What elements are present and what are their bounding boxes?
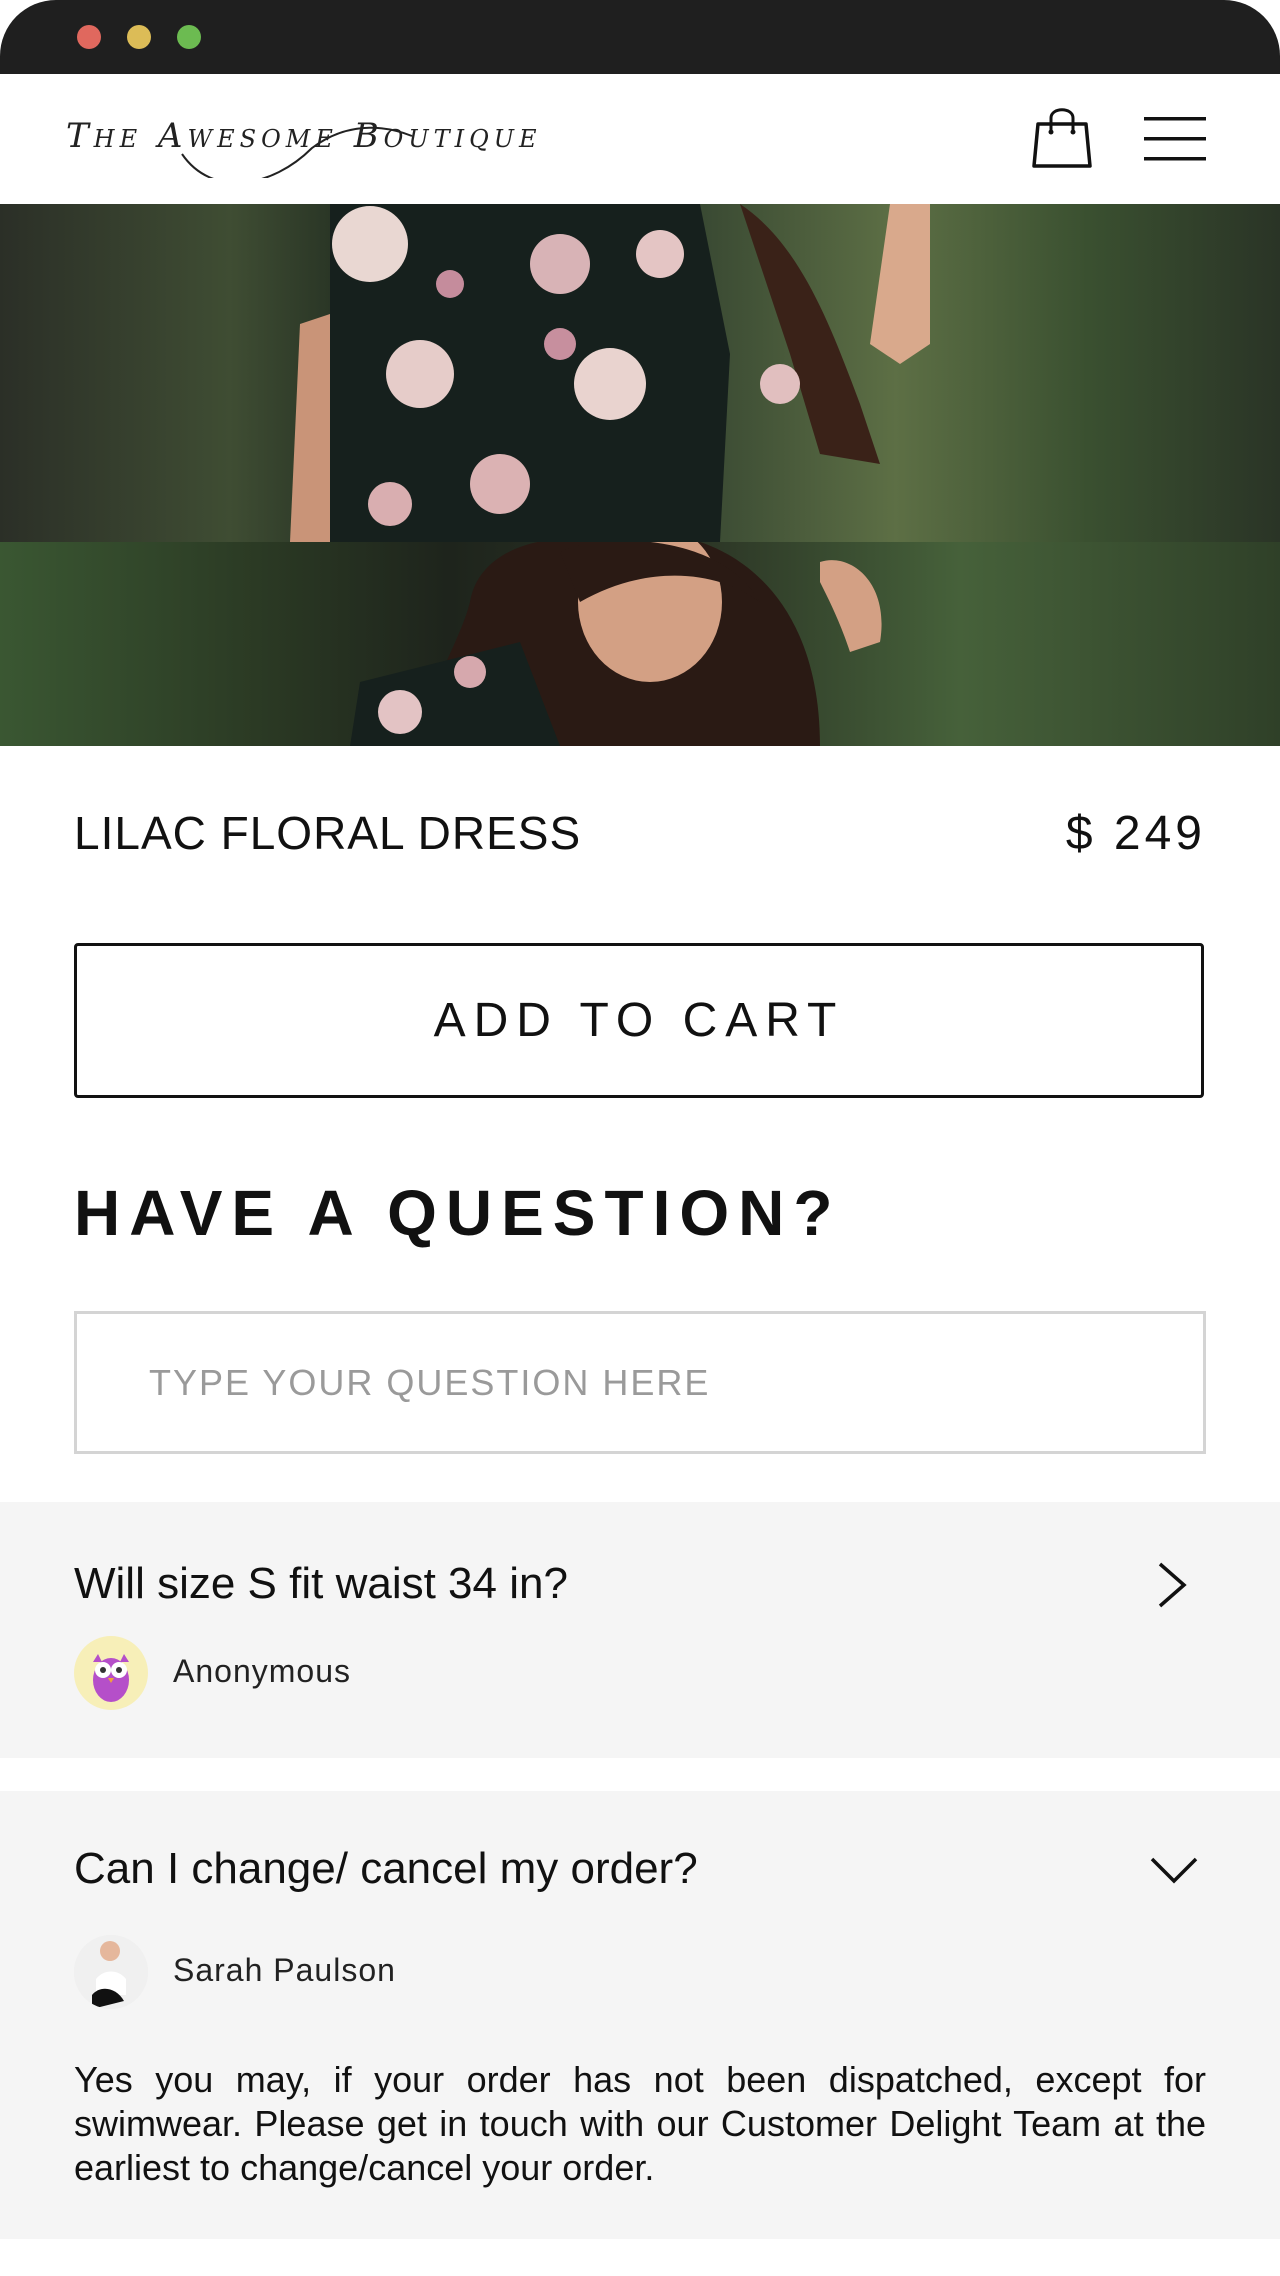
product-image-bottom bbox=[0, 522, 1280, 746]
product-image-top bbox=[0, 204, 1280, 542]
brand-logo[interactable]: The Awesome Boutique bbox=[62, 108, 562, 178]
product-title-row: LILAC FLORAL DRESS $ 249 bbox=[74, 806, 1206, 866]
product-image bbox=[0, 204, 1280, 746]
add-to-cart-button[interactable]: ADD TO CART bbox=[74, 943, 1204, 1098]
question-author: Anonymous bbox=[173, 1653, 351, 1689]
dress-illustration bbox=[290, 204, 930, 542]
owl-avatar bbox=[74, 1636, 148, 1710]
question-input[interactable] bbox=[74, 1311, 1206, 1454]
chevron-right-icon[interactable] bbox=[1154, 1560, 1190, 1610]
answer-text: Yes you may, if your order has not been … bbox=[74, 2059, 1206, 2188]
maximize-window-dot[interactable] bbox=[177, 25, 201, 49]
qa-item[interactable]: Can I change/ cancel my order? Sarah Pau… bbox=[0, 1791, 1280, 2239]
minimize-window-dot[interactable] bbox=[127, 25, 151, 49]
qa-item[interactable]: Will size S fit waist 34 in? Anonymous bbox=[0, 1502, 1280, 1758]
hamburger-menu-icon[interactable] bbox=[1144, 116, 1206, 162]
window-title-bar bbox=[0, 0, 1280, 74]
product-name: LILAC FLORAL DRESS bbox=[74, 807, 582, 859]
user-photo-avatar bbox=[74, 1935, 148, 2009]
product-price: $ 249 bbox=[1065, 807, 1206, 860]
question-text: Will size S fit waist 34 in? bbox=[74, 1559, 568, 1608]
chevron-down-icon[interactable] bbox=[1148, 1853, 1200, 1885]
shopping-bag-icon[interactable] bbox=[1032, 104, 1092, 170]
qa-heading: HAVE A QUESTION? bbox=[74, 1177, 842, 1249]
question-text: Can I change/ cancel my order? bbox=[74, 1844, 698, 1893]
close-window-dot[interactable] bbox=[77, 25, 101, 49]
logo-swash bbox=[181, 126, 413, 178]
site-header: The Awesome Boutique bbox=[0, 74, 1280, 204]
model-illustration bbox=[350, 522, 882, 746]
question-author: Sarah Paulson bbox=[173, 1952, 396, 1988]
